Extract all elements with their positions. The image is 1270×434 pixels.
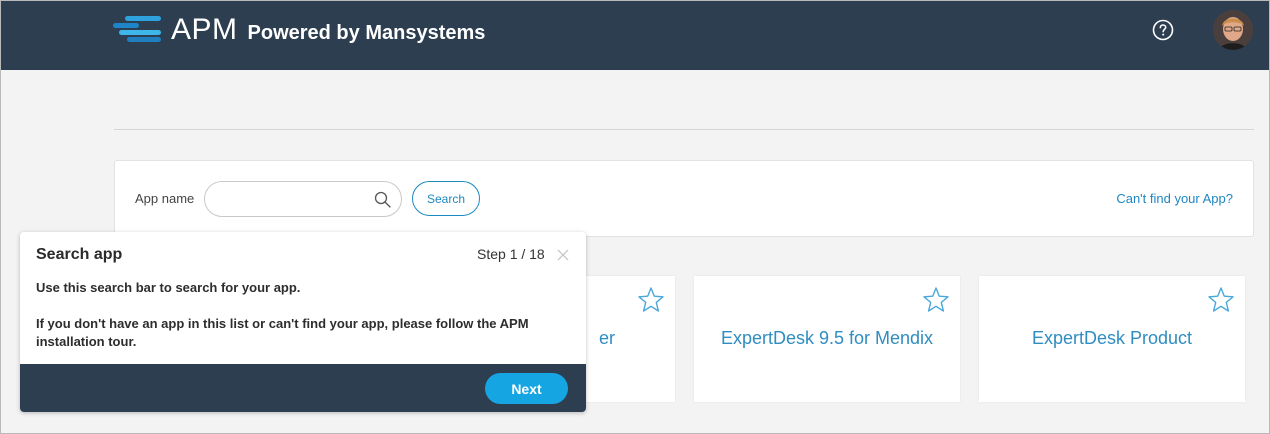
help-icon[interactable] [1152,19,1174,41]
app-card[interactable]: ExpertDesk Product [979,276,1245,402]
tour-paragraph: If you don't have an app in this list or… [36,316,529,349]
tour-pointer [289,217,319,232]
favorite-star-icon[interactable] [637,286,665,314]
search-field[interactable] [204,181,402,217]
apm-logo-mark-icon [113,15,163,45]
close-icon[interactable] [556,248,570,262]
avatar-image [1213,10,1253,50]
tour-body: Use this search bar to search for your a… [36,279,566,351]
app-card[interactable]: ExpertDesk 9.5 for Mendix [694,276,960,402]
tour-footer: Next [20,364,586,412]
cant-find-app-link[interactable]: Can't find your App? [1116,191,1233,206]
apm-logo[interactable]: APM Powered by Mansystems [113,13,485,47]
tour-popover: Search app Step 1 / 18 Use this search b… [20,232,586,412]
next-button[interactable]: Next [485,373,568,404]
search-panel: App name Search Can't find your App? [114,160,1254,237]
search-button[interactable]: Search [412,181,480,216]
content-divider [114,129,1254,130]
tour-step-counter: Step 1 / 18 [477,246,545,262]
user-avatar[interactable] [1213,10,1253,50]
app-card-title: ExpertDesk 9.5 for Mendix [720,328,934,348]
top-navigation-bar: APM Powered by Mansystems [1,1,1269,70]
app-card-title: ExpertDesk Product [1031,328,1193,348]
favorite-star-icon[interactable] [922,286,950,314]
app-name-input[interactable] [219,190,369,208]
powered-by-text: Powered by Mansystems [247,21,486,44]
favorite-star-icon[interactable] [1207,286,1235,314]
app-name-label: App name [135,191,195,206]
logo-text: APM [171,13,238,46]
tour-paragraph: Use this search bar to search for your a… [36,280,301,295]
tour-title: Search app [36,246,123,263]
search-icon[interactable] [374,191,391,208]
